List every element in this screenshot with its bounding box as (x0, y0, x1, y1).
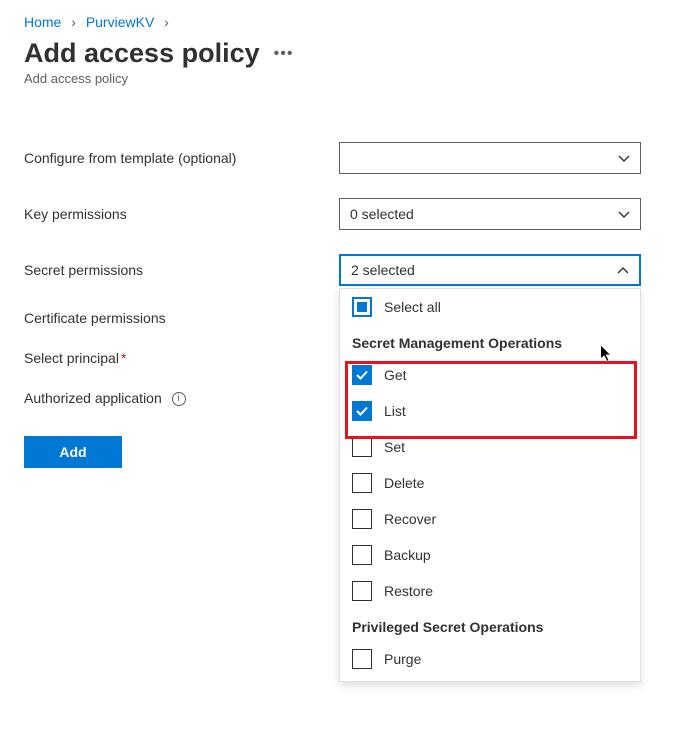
label-select-principal: Select principal* (24, 350, 339, 366)
option-restore[interactable]: Restore (340, 573, 640, 609)
group-heading-management: Secret Management Operations (340, 325, 640, 357)
option-set[interactable]: Set (340, 429, 640, 465)
option-label: Purge (384, 651, 421, 667)
checkbox-checked-icon (352, 401, 372, 421)
page-subtitle: Add access policy (24, 71, 657, 86)
checkbox-unchecked-icon (352, 581, 372, 601)
option-label: Recover (384, 511, 436, 527)
authapp-text: Authorized application (24, 390, 162, 406)
option-label: Delete (384, 475, 424, 491)
label-authorized-application: Authorized application i (24, 390, 339, 406)
required-icon: * (121, 350, 126, 366)
label-template: Configure from template (optional) (24, 150, 339, 166)
option-recover[interactable]: Recover (340, 501, 640, 537)
checkbox-unchecked-icon (352, 649, 372, 669)
add-button[interactable]: Add (24, 436, 122, 468)
checkbox-unchecked-icon (352, 473, 372, 493)
label-key-permissions: Key permissions (24, 206, 339, 222)
option-label: Select all (384, 299, 441, 315)
label-certificate-permissions: Certificate permissions (24, 310, 339, 326)
checkbox-unchecked-icon (352, 509, 372, 529)
principal-text: Select principal (24, 350, 119, 366)
breadcrumb-home[interactable]: Home (24, 14, 61, 30)
option-list[interactable]: List (340, 393, 640, 429)
secret-permissions-value: 2 selected (351, 262, 617, 278)
checkbox-unchecked-icon (352, 437, 372, 457)
chevron-down-icon (618, 152, 630, 164)
option-purge[interactable]: Purge (340, 641, 640, 677)
page-title: Add access policy (24, 38, 260, 69)
checkbox-unchecked-icon (352, 545, 372, 565)
option-label: Backup (384, 547, 431, 563)
breadcrumb-resource[interactable]: PurviewKV (86, 14, 154, 30)
more-icon[interactable]: ••• (274, 45, 294, 63)
key-permissions-dropdown[interactable]: 0 selected (339, 198, 641, 230)
option-label: Set (384, 439, 405, 455)
option-delete[interactable]: Delete (340, 465, 640, 501)
label-secret-permissions: Secret permissions (24, 262, 339, 278)
option-get[interactable]: Get (340, 357, 640, 393)
chevron-up-icon (617, 264, 629, 276)
chevron-right-icon: › (71, 14, 76, 30)
option-label: Restore (384, 583, 433, 599)
secret-permissions-panel: Select all Secret Management Operations … (339, 288, 641, 682)
template-dropdown[interactable] (339, 142, 641, 174)
info-icon[interactable]: i (172, 392, 186, 406)
option-backup[interactable]: Backup (340, 537, 640, 573)
option-label: List (384, 403, 406, 419)
key-permissions-value: 0 selected (350, 206, 618, 222)
option-label: Get (384, 367, 407, 383)
option-select-all[interactable]: Select all (340, 289, 640, 325)
chevron-down-icon (618, 208, 630, 220)
chevron-right-icon: › (164, 14, 169, 30)
checkbox-indeterminate-icon (352, 297, 372, 317)
group-heading-privileged: Privileged Secret Operations (340, 609, 640, 641)
breadcrumb: Home › PurviewKV › (24, 14, 657, 30)
secret-permissions-dropdown[interactable]: 2 selected (339, 254, 641, 286)
checkbox-checked-icon (352, 365, 372, 385)
